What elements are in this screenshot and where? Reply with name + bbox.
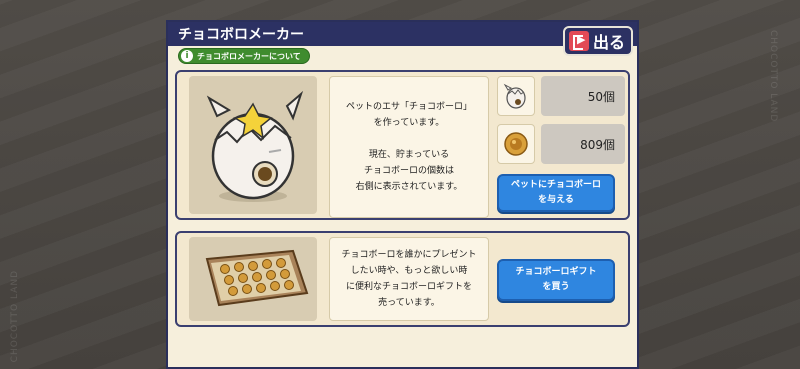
gift-description-box: チョコボーロを誰かにプレゼント したい時や、もっと欲しい時 に便利なチョコボーロ…	[329, 237, 489, 321]
chocoboro-maker-dialog: チョコボロメーカー i チョコボロメーカーについて 出る ペットのエサ「チョコボ…	[166, 20, 639, 369]
egg-maker-icon	[206, 90, 304, 202]
maker-panel: ペットのエサ「チョコボーロ」 を作っています。 現在、貯まっている チョコボーロ…	[175, 70, 630, 220]
maker-description: ペットのエサ「チョコボーロ」 を作っています。 現在、貯まっている チョコボーロ…	[345, 102, 472, 192]
feed-pet-button[interactable]: ペットにチョコボーロ を与える	[497, 174, 615, 212]
gift-panel: チョコボーロを誰かにプレゼント したい時や、もっと欲しい時 に便利なチョコボーロ…	[175, 231, 630, 327]
buy-gift-button[interactable]: チョコボーロギフト を買う	[497, 259, 615, 301]
egg-count-icon-box	[497, 76, 535, 116]
maker-image-frame	[189, 76, 317, 214]
egg-icon	[503, 83, 526, 109]
egg-count-value-box: 50個	[541, 76, 625, 116]
egg-count-row: 50個	[497, 76, 625, 116]
about-maker-link[interactable]: i チョコボロメーカーについて	[178, 48, 310, 64]
egg-count-value: 50個	[587, 89, 615, 104]
exit-button[interactable]: 出る	[563, 26, 633, 56]
info-icon: i	[181, 50, 193, 62]
dialog-title: チョコボロメーカー	[178, 27, 304, 43]
side-watermark-left: CHOCOTTO LAND	[10, 270, 20, 363]
chocoboro-coin-icon	[504, 132, 528, 156]
side-watermark-right: CHOCOTTO LAND	[768, 30, 778, 123]
gift-image-frame	[189, 237, 317, 321]
chocoboro-gift-box-icon	[205, 249, 309, 307]
about-maker-label: チョコボロメーカーについて	[197, 51, 301, 61]
chocoboro-count-value-box: 809個	[541, 124, 625, 164]
gift-description: チョコボーロを誰かにプレゼント したい時や、もっと欲しい時 に便利なチョコボーロ…	[341, 250, 477, 308]
chocoboro-count-row: 809個	[497, 124, 625, 164]
exit-label: 出る	[593, 33, 626, 52]
exit-door-icon	[569, 31, 589, 51]
maker-description-box: ペットのエサ「チョコボーロ」 を作っています。 現在、貯まっている チョコボーロ…	[329, 76, 489, 218]
chocoboro-count-icon-box	[497, 124, 535, 164]
chocoboro-count-value: 809個	[580, 137, 615, 152]
